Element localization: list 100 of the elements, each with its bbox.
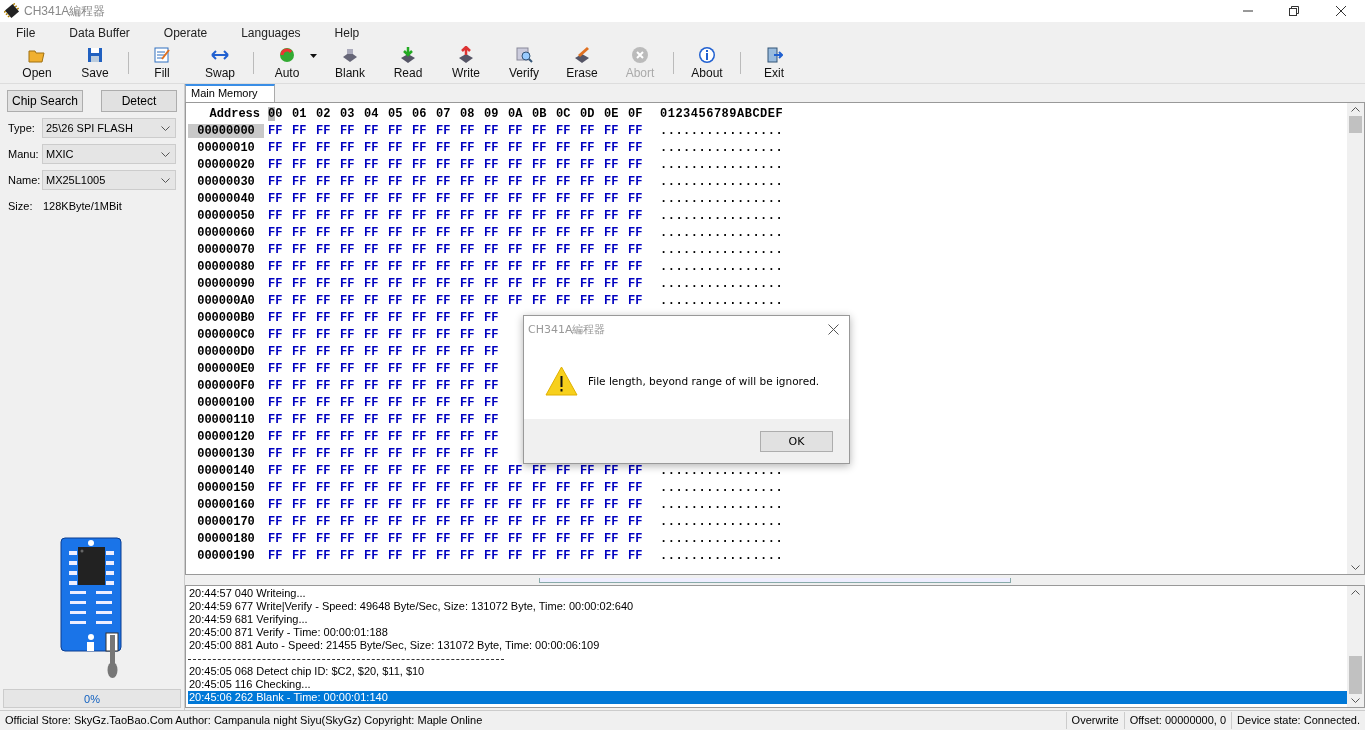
byte-cell[interactable]: FF: [268, 276, 292, 291]
byte-cell[interactable]: FF: [628, 531, 652, 546]
byte-cell[interactable]: FF: [292, 531, 316, 546]
byte-cell[interactable]: FF: [316, 191, 340, 206]
byte-cell[interactable]: FF: [436, 395, 460, 410]
byte-cell[interactable]: FF: [316, 225, 340, 240]
byte-cell[interactable]: FF: [340, 463, 364, 478]
byte-cell[interactable]: FF: [388, 259, 412, 274]
byte-cell[interactable]: FF: [460, 157, 484, 172]
byte-cell[interactable]: FF: [388, 429, 412, 444]
byte-cell[interactable]: FF: [460, 191, 484, 206]
byte-cell[interactable]: FF: [316, 208, 340, 223]
byte-cell[interactable]: FF: [484, 480, 508, 495]
byte-cell[interactable]: FF: [364, 157, 388, 172]
byte-cell[interactable]: FF: [364, 123, 388, 138]
byte-cell[interactable]: FF: [340, 446, 364, 461]
byte-cell[interactable]: FF: [508, 191, 532, 206]
byte-cell[interactable]: FF: [436, 191, 460, 206]
byte-cell[interactable]: FF: [316, 157, 340, 172]
byte-cell[interactable]: FF: [460, 123, 484, 138]
byte-cell[interactable]: FF: [292, 548, 316, 563]
byte-cell[interactable]: FF: [388, 208, 412, 223]
byte-cell[interactable]: FF: [484, 208, 508, 223]
byte-cell[interactable]: FF: [268, 412, 292, 427]
byte-cell[interactable]: FF: [580, 276, 604, 291]
byte-cell[interactable]: FF: [628, 480, 652, 495]
toolbar-button[interactable]: Erase: [559, 44, 605, 82]
byte-cell[interactable]: FF: [628, 225, 652, 240]
byte-cell[interactable]: FF: [532, 531, 556, 546]
byte-cell[interactable]: FF: [460, 208, 484, 223]
byte-cell[interactable]: FF: [412, 157, 436, 172]
byte-cell[interactable]: FF: [556, 242, 580, 257]
byte-cell[interactable]: FF: [460, 310, 484, 325]
scroll-up-icon[interactable]: [1351, 590, 1360, 596]
byte-cell[interactable]: FF: [292, 446, 316, 461]
byte-cell[interactable]: FF: [340, 157, 364, 172]
byte-cell[interactable]: FF: [340, 361, 364, 376]
byte-cell[interactable]: FF: [364, 327, 388, 342]
toolbar-button[interactable]: Save: [72, 44, 118, 82]
byte-cell[interactable]: FF: [532, 293, 556, 308]
byte-cell[interactable]: FF: [628, 174, 652, 189]
byte-cell[interactable]: FF: [580, 548, 604, 563]
byte-cell[interactable]: FF: [556, 157, 580, 172]
byte-cell[interactable]: FF: [460, 140, 484, 155]
byte-cell[interactable]: FF: [436, 140, 460, 155]
byte-cell[interactable]: FF: [628, 548, 652, 563]
byte-cell[interactable]: FF: [484, 429, 508, 444]
byte-cell[interactable]: FF: [484, 395, 508, 410]
byte-cell[interactable]: FF: [460, 429, 484, 444]
byte-cell[interactable]: FF: [532, 548, 556, 563]
byte-cell[interactable]: FF: [460, 497, 484, 512]
byte-cell[interactable]: FF: [316, 497, 340, 512]
byte-cell[interactable]: FF: [556, 548, 580, 563]
byte-cell[interactable]: FF: [436, 378, 460, 393]
byte-cell[interactable]: FF: [268, 174, 292, 189]
byte-cell[interactable]: FF: [556, 276, 580, 291]
byte-cell[interactable]: FF: [556, 497, 580, 512]
byte-cell[interactable]: FF: [316, 293, 340, 308]
byte-cell[interactable]: FF: [556, 531, 580, 546]
dropdown-field[interactable]: MX25L1005: [42, 170, 176, 190]
byte-cell[interactable]: FF: [316, 242, 340, 257]
byte-cell[interactable]: FF: [292, 412, 316, 427]
byte-cell[interactable]: FF: [460, 361, 484, 376]
byte-cell[interactable]: FF: [484, 463, 508, 478]
byte-cell[interactable]: FF: [604, 225, 628, 240]
byte-cell[interactable]: FF: [316, 276, 340, 291]
byte-cell[interactable]: FF: [412, 395, 436, 410]
byte-cell[interactable]: FF: [508, 514, 532, 529]
byte-cell[interactable]: FF: [460, 327, 484, 342]
byte-cell[interactable]: FF: [532, 242, 556, 257]
scroll-up-icon[interactable]: [1351, 107, 1360, 112]
byte-cell[interactable]: FF: [460, 412, 484, 427]
byte-cell[interactable]: FF: [436, 361, 460, 376]
byte-cell[interactable]: FF: [508, 293, 532, 308]
toolbar-button[interactable]: Read: [385, 44, 431, 82]
byte-cell[interactable]: FF: [388, 446, 412, 461]
dropdown-field[interactable]: 25\26 SPI FLASH: [42, 118, 176, 138]
byte-cell[interactable]: FF: [316, 140, 340, 155]
scroll-down-icon[interactable]: [1351, 698, 1360, 703]
byte-cell[interactable]: FF: [460, 395, 484, 410]
byte-cell[interactable]: FF: [436, 208, 460, 223]
byte-cell[interactable]: FF: [364, 174, 388, 189]
byte-cell[interactable]: FF: [412, 242, 436, 257]
toolbar-button[interactable]: Write: [443, 44, 489, 82]
byte-cell[interactable]: FF: [364, 259, 388, 274]
byte-cell[interactable]: FF: [412, 514, 436, 529]
byte-cell[interactable]: FF: [556, 140, 580, 155]
byte-cell[interactable]: FF: [316, 395, 340, 410]
toolbar-button[interactable]: Open: [14, 44, 60, 82]
byte-cell[interactable]: FF: [340, 225, 364, 240]
byte-cell[interactable]: FF: [316, 446, 340, 461]
byte-cell[interactable]: FF: [268, 208, 292, 223]
byte-cell[interactable]: FF: [436, 531, 460, 546]
toolbar-button[interactable]: Verify: [501, 44, 547, 82]
byte-cell[interactable]: FF: [292, 293, 316, 308]
scroll-thumb[interactable]: [1349, 116, 1362, 133]
byte-cell[interactable]: FF: [460, 242, 484, 257]
byte-cell[interactable]: FF: [628, 293, 652, 308]
byte-cell[interactable]: FF: [292, 123, 316, 138]
byte-cell[interactable]: FF: [580, 514, 604, 529]
